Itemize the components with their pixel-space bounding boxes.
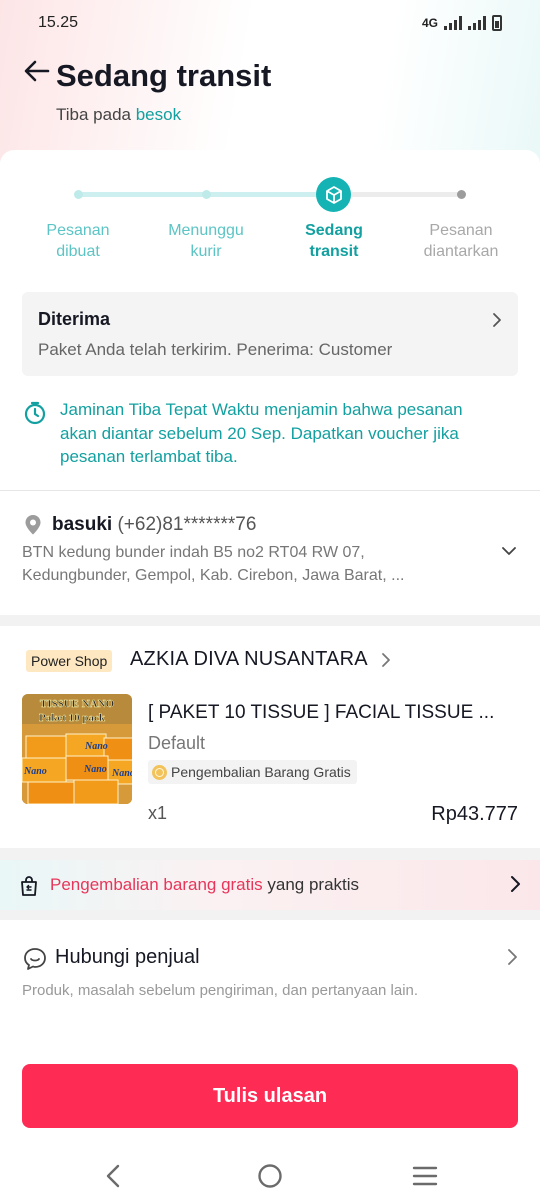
- image-brand-text-3: Nano: [23, 766, 47, 777]
- address-line-1: BTN kedung bunder indah B5 no2 RT04 RW 0…: [22, 544, 365, 561]
- image-title-text: TISSUE NANO: [40, 698, 115, 710]
- signal-icon-2: [468, 16, 486, 30]
- write-review-button[interactable]: Tulis ulasan: [22, 1064, 518, 1128]
- arrival-subtitle: Tiba pada besok: [56, 105, 181, 125]
- chevron-right-icon[interactable]: [508, 875, 522, 893]
- power-shop-badge: Power Shop: [26, 650, 113, 672]
- chevron-right-icon[interactable]: [506, 948, 518, 966]
- chevron-right-icon[interactable]: [380, 652, 392, 668]
- status-bar: 15.25 4G: [0, 0, 540, 46]
- step-pesanan-dibuat: Pesanan dibuat: [46, 222, 110, 260]
- step-dot-2: [202, 190, 211, 199]
- free-return-highlight: Pengembalian barang gratis: [50, 875, 263, 894]
- recipient-name: basuki: [52, 514, 113, 535]
- back-arrow-icon[interactable]: [22, 56, 52, 86]
- nav-back-icon[interactable]: [103, 1163, 125, 1189]
- product-price: Rp43.777: [431, 803, 518, 825]
- return-bag-icon: [21, 876, 37, 896]
- image-brand-text-4: Nano: [111, 768, 132, 779]
- divider: [0, 490, 540, 491]
- guarantee-text: Jaminan Tiba Tepat Waktu menjamin bahwa …: [60, 400, 463, 466]
- free-return-tag-label: Pengembalian Barang Gratis: [171, 764, 351, 780]
- status-time: 15.25: [38, 14, 79, 31]
- chevron-right-icon: [493, 313, 501, 327]
- delivery-status-description: Paket Anda telah terkirim. Penerima: Cus…: [38, 340, 393, 359]
- product-quantity: x1: [148, 803, 168, 823]
- product-title[interactable]: [ PAKET 10 TISSUE ] FACIAL TISSUE ...: [148, 702, 494, 724]
- delivery-status-title: Diterima: [38, 309, 111, 329]
- address-line-2: Kedungbunder, Gempol, Kab. Cirebon, Jawa…: [22, 567, 405, 584]
- image-brand-text-1: Nano: [84, 741, 108, 752]
- recipient: basuki (+62)81*******76: [52, 514, 256, 536]
- nav-home-icon[interactable]: [257, 1163, 283, 1189]
- step-pesanan-diantarkan: Pesanan diantarkan: [423, 222, 499, 260]
- network-type: 4G: [421, 16, 438, 30]
- delivery-status-card[interactable]: Diterima Paket Anda telah terkirim. Pene…: [22, 292, 518, 376]
- step-dot-1: [74, 190, 83, 199]
- step-menunggu-kurir: Menunggu kurir: [168, 222, 244, 260]
- arrival-day: besok: [135, 105, 182, 124]
- battery-icon: [492, 15, 502, 31]
- shop-name[interactable]: AZKIA DIVA NUSANTARA: [130, 648, 368, 671]
- progress-track-todo: [334, 192, 462, 197]
- step-dot-4: [457, 190, 466, 199]
- image-brand-text-2: Nano: [83, 764, 107, 775]
- free-return-rest: yang praktis: [267, 875, 360, 894]
- step-sedang-transit: Sedang transit: [305, 222, 363, 260]
- product-variant: Default: [148, 733, 206, 753]
- stopwatch-icon: [24, 401, 46, 425]
- recipient-phone: (+62)81*******76: [117, 514, 257, 535]
- contact-seller-title[interactable]: Hubungi penjual: [55, 946, 200, 969]
- current-step-box-icon: [316, 177, 351, 212]
- coin-icon: [152, 764, 167, 780]
- image-subtitle-text: Paket 10 pack: [39, 712, 106, 724]
- free-return-tag: Pengembalian Barang Gratis: [148, 760, 357, 784]
- chevron-down-icon[interactable]: [500, 544, 518, 558]
- nav-menu-icon[interactable]: [412, 1165, 438, 1187]
- status-icons: 4G: [422, 15, 502, 31]
- free-return-text: Pengembalian barang gratis yang praktis: [50, 875, 359, 895]
- contact-seller-description: Produk, masalah sebelum pengiriman, dan …: [22, 982, 419, 999]
- page-title: Sedang transit: [56, 58, 272, 93]
- product-image[interactable]: TISSUE NANO Paket 10 pack Nano Nano Nano…: [22, 694, 132, 804]
- arrival-prefix: Tiba pada: [56, 105, 131, 124]
- chat-bubble-icon: [24, 948, 46, 970]
- location-pin-icon: [25, 515, 41, 535]
- signal-icon: [444, 16, 462, 30]
